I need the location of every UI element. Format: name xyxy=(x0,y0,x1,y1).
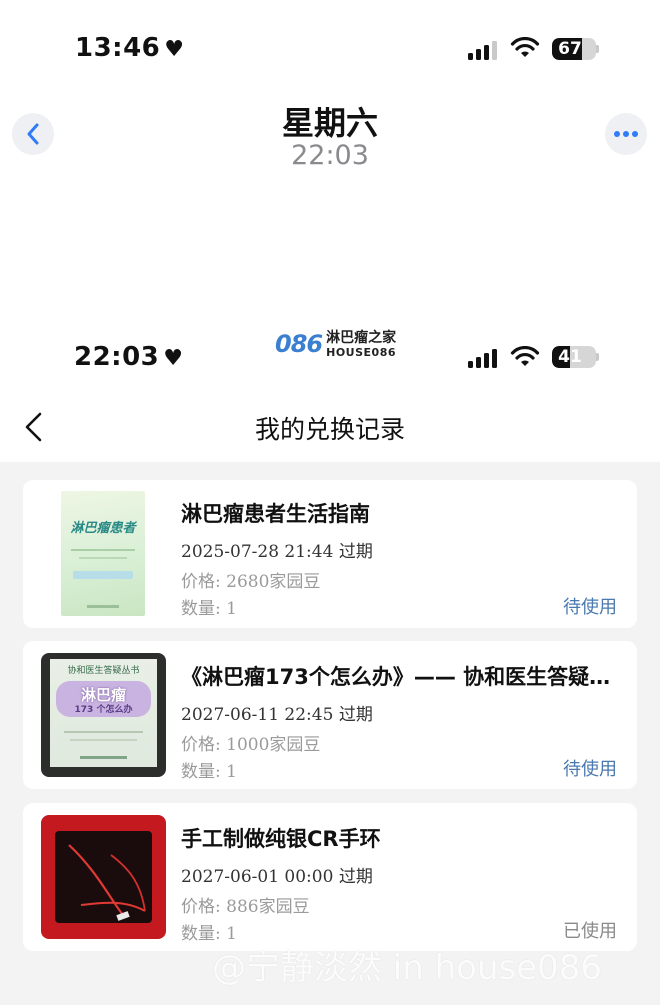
record-title: 手工制做纯银CR手环 xyxy=(181,827,381,851)
cellular-signal-icon xyxy=(468,348,497,368)
bracelet-image xyxy=(41,815,166,939)
heart-icon: ♥ xyxy=(163,346,184,371)
record-expiry: 2025-07-28 21:44 过期 xyxy=(181,542,373,562)
record-card[interactable]: 协和医生答疑丛书 淋巴瘤 173 个怎么办 《淋巴瘤173个怎么办》—— 协和医… xyxy=(23,641,637,789)
record-status[interactable]: 待使用 xyxy=(563,593,617,619)
record-quantity: 数量: 1 xyxy=(181,762,237,782)
record-card[interactable]: 淋巴瘤患者 淋巴瘤患者生活指南 2025-07-28 21:44 过期 价格: … xyxy=(23,480,637,628)
record-quantity: 数量: 1 xyxy=(181,599,237,619)
inner-status-bar: 22:03 ♥ 086 淋巴瘤之家 HOUSE086 41 xyxy=(0,320,660,390)
record-price: 价格: 1000家园豆 xyxy=(181,735,321,755)
record-expiry: 2027-06-01 00:00 过期 xyxy=(181,867,373,887)
book-cover-image: 淋巴瘤患者 xyxy=(61,491,145,616)
record-expiry: 2027-06-11 22:45 过期 xyxy=(181,705,373,725)
wifi-icon xyxy=(510,346,540,366)
message-time: 22:03 xyxy=(291,140,369,171)
house086-logo: 086 淋巴瘤之家 HOUSE086 xyxy=(275,329,397,359)
message-day: 星期六 xyxy=(281,104,378,142)
watermark: @宁静淡然 in house086 xyxy=(212,948,603,988)
heart-icon: ♥ xyxy=(164,37,185,62)
cellular-signal-icon xyxy=(468,40,497,60)
outer-status-bar: 13:46 ♥ 67 xyxy=(0,0,660,90)
record-card[interactable]: 手工制做纯银CR手环 2027-06-01 00:00 过期 价格: 886家园… xyxy=(23,803,637,951)
status-time: 13:46 ♥ xyxy=(75,33,185,63)
battery-indicator: 41 xyxy=(552,346,596,368)
record-price: 价格: 886家园豆 xyxy=(181,897,310,917)
page-title: 我的兑换记录 xyxy=(254,415,405,444)
more-dots-icon xyxy=(614,131,638,137)
wifi-icon xyxy=(510,37,540,57)
record-price: 价格: 2680家园豆 xyxy=(181,572,321,592)
record-title: 淋巴瘤患者生活指南 xyxy=(181,502,370,526)
book-cover-image: 协和医生答疑丛书 淋巴瘤 173 个怎么办 xyxy=(41,653,166,777)
battery-indicator: 67 xyxy=(552,38,596,60)
inner-status-time: 22:03 ♥ xyxy=(74,342,184,372)
record-status[interactable]: 待使用 xyxy=(563,755,617,781)
record-title: 《淋巴瘤173个怎么办》—— 协和医生答疑… xyxy=(181,665,611,689)
more-button[interactable] xyxy=(605,113,647,155)
